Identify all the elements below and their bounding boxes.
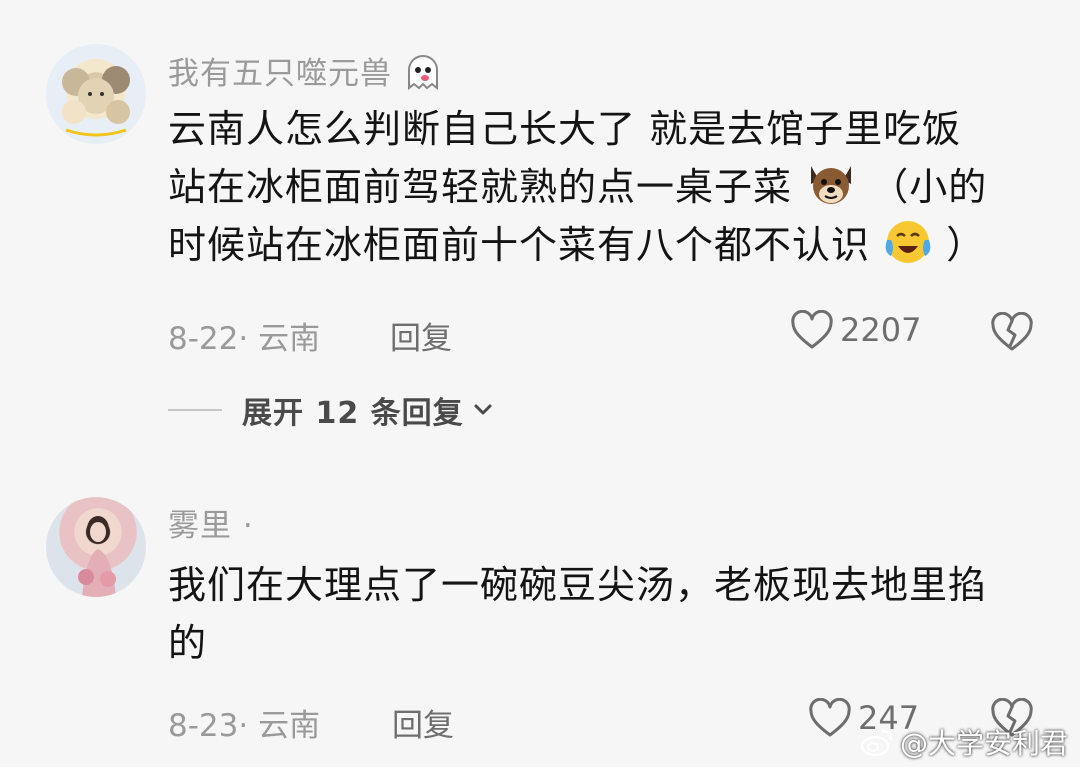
- ghost-emoji-icon: [407, 55, 438, 91]
- avatar[interactable]: [46, 497, 146, 597]
- username[interactable]: 雾里 ·: [168, 500, 254, 545]
- broken-heart-icon: [991, 311, 1033, 351]
- reply-button[interactable]: 回复: [390, 313, 452, 358]
- comment-date-location: 8-22· 云南: [168, 321, 321, 357]
- comment-text: 我们在大理点了一碗碗豆尖汤，老板现去地里掐 的: [168, 556, 1028, 672]
- weibo-logo-icon: [860, 729, 893, 757]
- comment-text: 云南人怎么判断自己长大了 就是去馆子里吃饭 站在冰柜面前驾轻就熟的点一桌子菜 （…: [168, 100, 1028, 274]
- like-button[interactable]: 2207: [790, 310, 921, 350]
- divider: [168, 409, 222, 411]
- heart-icon: [809, 698, 851, 737]
- dislike-button[interactable]: [990, 311, 1034, 356]
- comment-text-line: 时候站在冰柜面前十个菜有八个都不认识 ）: [168, 216, 1028, 274]
- crying-laughing-emoji-icon: [885, 221, 931, 263]
- expand-replies-label: 展开 12 条回复: [242, 396, 464, 431]
- heart-icon: [791, 310, 833, 349]
- avatar-dogs-image: [62, 66, 130, 137]
- watermark-text: @大学安利君: [899, 727, 1068, 760]
- expand-replies-button[interactable]: 展开 12 条回复: [168, 388, 496, 432]
- comment-date-location: 8-23· 云南: [168, 708, 321, 744]
- comment-text-line: 我们在大理点了一碗碗豆尖汤，老板现去地里掐: [168, 563, 988, 607]
- like-count: 2207: [840, 311, 922, 349]
- avatar[interactable]: [46, 44, 146, 144]
- chevron-down-icon: [474, 404, 492, 415]
- comment-text-line: 的: [168, 621, 208, 665]
- username[interactable]: 我有五只噬元兽: [168, 48, 443, 93]
- comment-text-line: 云南人怎么判断自己长大了 就是去馆子里吃饭: [168, 107, 962, 151]
- avatar-girl-image: [78, 516, 116, 597]
- watermark: @大学安利君: [860, 722, 1068, 762]
- dog-emoji-icon: [811, 166, 852, 204]
- comment-text-line: 站在冰柜面前驾轻就熟的点一桌子菜 （小的: [168, 158, 1028, 216]
- comment-feed: 我有五只噬元兽 云南人怎么判断自己长大了 就是去馆子里吃饭 站在冰柜面前驾轻就熟…: [0, 0, 1080, 767]
- reply-button[interactable]: 回复: [392, 700, 454, 745]
